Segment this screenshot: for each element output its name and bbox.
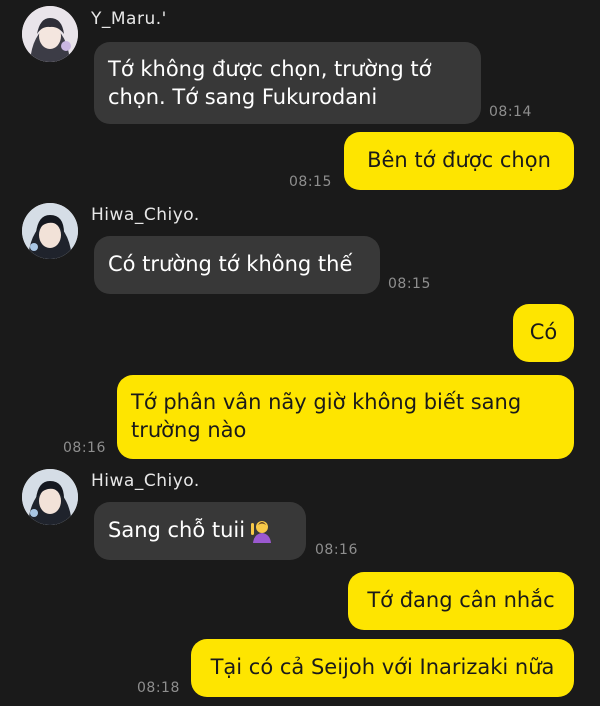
message-timestamp: 08:16 [315,542,358,558]
message-bubble[interactable]: Có trường tớ không thế [94,236,380,294]
message-bubble[interactable]: Có [513,304,574,362]
message-timestamp: 08:15 [388,276,431,292]
message-bubble[interactable]: Tớ không được chọn, trường tớ chọn. Tớ s… [94,42,481,124]
message-timestamp: 08:14 [489,104,532,120]
message-bubble[interactable]: Tớ đang cân nhắc [348,572,574,630]
avatar-image-icon [22,469,78,525]
avatar[interactable] [22,6,78,62]
message-text: Sang chỗ tuii [108,518,246,542]
sender-name: Hiwa_Chiyo. [91,205,200,225]
message-timestamp: 08:15 [289,174,332,190]
sender-name: Y_Maru.' [91,9,167,29]
person-raising-hand-emoji-icon [251,521,272,543]
message-bubble[interactable]: Tại có cả Seijoh với Inarizaki nữa [191,639,574,697]
message-bubble[interactable]: Tớ phân vân nãy giờ không biết sang trườ… [117,375,574,459]
avatar-image-icon [22,6,78,62]
message-timestamp: 08:18 [137,680,180,696]
message-timestamp: 08:16 [63,440,106,456]
avatar-image-icon [22,203,78,259]
message-bubble[interactable]: Bên tớ được chọn [344,132,574,190]
chat-room: Y_Maru.' Tớ không được chọn, trường tớ c… [0,0,600,706]
avatar[interactable] [22,469,78,525]
avatar[interactable] [22,203,78,259]
message-bubble[interactable]: Sang chỗ tuii [94,502,306,560]
sender-name: Hiwa_Chiyo. [91,471,200,491]
